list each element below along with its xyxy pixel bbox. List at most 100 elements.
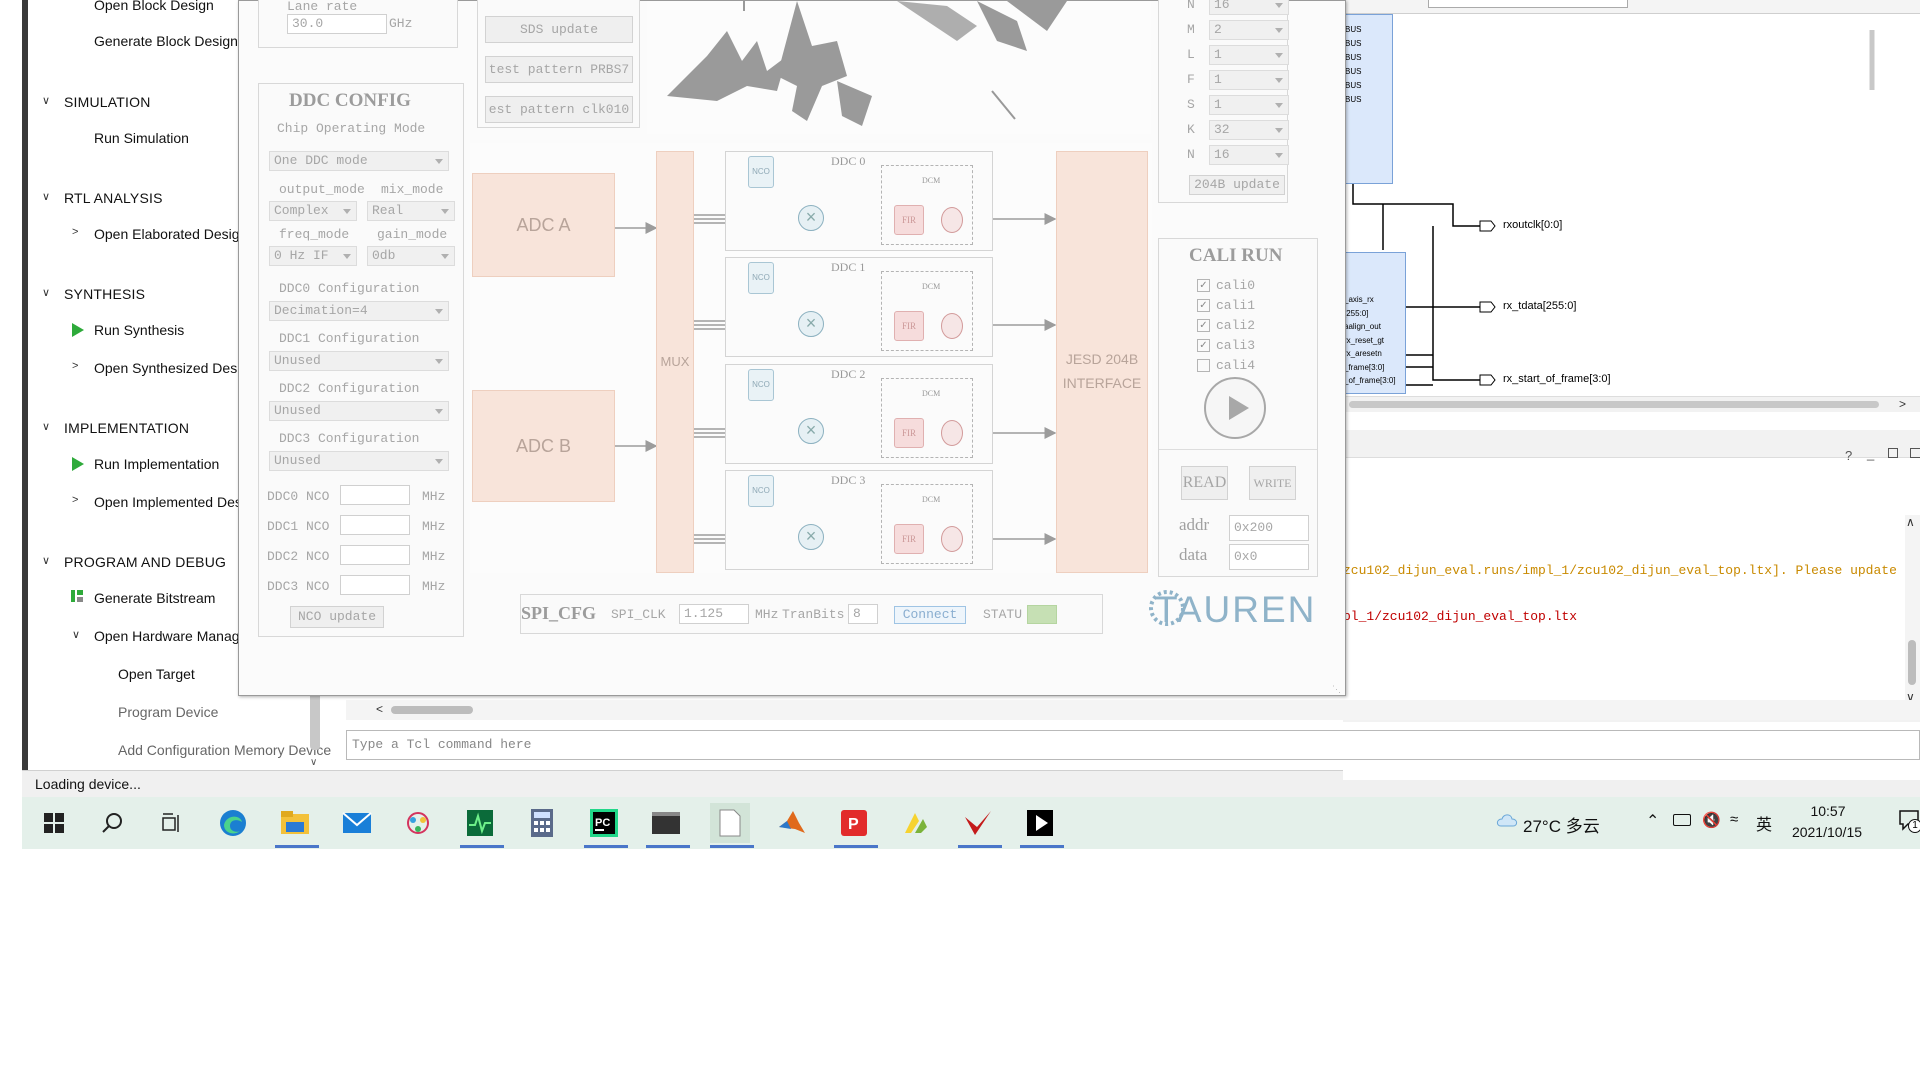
play-button[interactable] (1204, 377, 1266, 439)
schematic-hscroll[interactable]: > (1343, 396, 1920, 412)
flow-item-open-implemented[interactable]: Open Implemented Design (94, 494, 261, 510)
param-l-select[interactable]: 1 (1209, 45, 1289, 65)
tranbits-input[interactable]: 8 (848, 604, 878, 624)
cali2-row[interactable]: ✓ cali2 (1197, 315, 1255, 335)
checkbox-checked-icon[interactable]: ✓ (1197, 278, 1210, 292)
flow-item-run-synthesis[interactable]: Run Synthesis (94, 322, 184, 338)
weather-icon[interactable] (1496, 811, 1520, 834)
flow-item-run-simulation[interactable]: Run Simulation (94, 130, 189, 146)
flow-item-open-synthesized[interactable]: Open Synthesized Design (94, 360, 256, 376)
resize-grip-icon[interactable]: ⋱ (1332, 684, 1341, 695)
pdf-reader-icon[interactable]: P (834, 803, 878, 848)
gain-mode-select[interactable]: 0db (367, 246, 455, 266)
pycharm-icon[interactable]: PC (584, 803, 628, 848)
help-icon[interactable]: ? (1845, 448, 1852, 463)
test-pattern-clk010-button[interactable]: est pattern clk010 (485, 96, 633, 123)
ddc2-config-select[interactable]: Unused (269, 401, 449, 421)
flow-item-program-device[interactable]: Program Device (118, 704, 218, 720)
cali0-row[interactable]: ✓ cali0 (1197, 275, 1255, 295)
ddc0-config-select[interactable]: Decimation=4 (269, 301, 449, 321)
calculator-icon[interactable] (522, 803, 562, 843)
flow-item-run-implementation[interactable]: Run Implementation (94, 456, 219, 472)
sds-update-button[interactable]: SDS update (485, 16, 633, 43)
checkbox-checked-icon[interactable]: ✓ (1197, 318, 1210, 332)
media-player-icon[interactable] (1020, 803, 1064, 848)
chevron-right-icon[interactable]: > (72, 494, 78, 506)
ddc2-nco-input[interactable] (340, 545, 410, 565)
ddc1-config-select[interactable]: Unused (269, 351, 449, 371)
param-m-select[interactable]: 2 (1209, 20, 1289, 40)
chevron-right-icon[interactable]: > (72, 360, 78, 372)
chevron-down-icon[interactable]: ∨ (42, 94, 50, 107)
flow-item-generate-bitstream[interactable]: Generate Bitstream (94, 590, 215, 606)
windows-start-icon[interactable] (34, 803, 74, 843)
ddc1-nco-input[interactable] (340, 515, 410, 535)
console-vscroll[interactable]: ∧ ∨ (1905, 515, 1920, 705)
section-program-debug[interactable]: PROGRAM AND DEBUG (64, 554, 226, 570)
edge-browser-icon[interactable] (213, 803, 253, 843)
terminal-icon[interactable] (646, 803, 690, 848)
mail-icon[interactable] (337, 803, 377, 843)
float-icon[interactable] (1910, 448, 1920, 458)
nco-update-button[interactable]: NCO update (290, 606, 384, 628)
param-f-select[interactable]: 1 (1209, 70, 1289, 90)
battery-icon[interactable] (1673, 814, 1691, 826)
matlab-icon[interactable] (772, 803, 812, 843)
flow-item-add-config-memory[interactable]: Add Configuration Memory Device (118, 742, 331, 758)
chevron-down-icon[interactable]: ∨ (72, 628, 80, 641)
notification-icon[interactable]: 1 (1898, 809, 1920, 833)
chevron-down-icon[interactable]: ∨ (42, 190, 50, 203)
document-icon[interactable] (710, 803, 754, 848)
schematic-view[interactable]: BUS BUS BUS BUS BUS BUS _axis_rx [255:0] aal… (1343, 0, 1920, 420)
cali4-row[interactable]: cali4 (1197, 355, 1255, 375)
spi-clk-input[interactable]: 1.125 (679, 604, 749, 624)
param-k-select[interactable]: 32 (1209, 120, 1289, 140)
speaker-muted-icon[interactable]: 🔇 (1702, 811, 1721, 829)
section-synthesis[interactable]: SYNTHESIS (64, 286, 145, 302)
ddc0-nco-input[interactable] (340, 485, 410, 505)
tcl-input[interactable]: Type a Tcl command here (346, 730, 1920, 760)
test-pattern-prbs7-button[interactable]: test pattern PRBS7 (485, 56, 633, 83)
checkbox-unchecked-icon[interactable] (1197, 358, 1210, 372)
weather-text[interactable]: 27°C 多云 (1523, 812, 1600, 837)
chevron-down-icon[interactable]: ∨ (42, 554, 50, 567)
flow-item-open-hw-manager[interactable]: Open Hardware Manager (94, 628, 252, 644)
section-implementation[interactable]: IMPLEMENTATION (64, 420, 189, 436)
section-rtl-analysis[interactable]: RTL ANALYSIS (64, 190, 163, 206)
task-manager-icon[interactable] (460, 803, 504, 848)
checkbox-checked-icon[interactable]: ✓ (1197, 298, 1210, 312)
chip-mode-select[interactable]: One DDC mode (269, 151, 449, 171)
flow-item-generate-block-design[interactable]: Generate Block Design (94, 33, 238, 49)
clock-date[interactable]: 2021/10/15 (1787, 824, 1867, 840)
connect-button[interactable]: Connect (894, 606, 966, 624)
wifi-icon[interactable]: ≈ (1730, 811, 1738, 828)
flow-scrollbar[interactable] (310, 690, 320, 750)
minimize-icon[interactable]: _ (1867, 446, 1874, 461)
console-hscroll-left[interactable]: < (346, 700, 1920, 720)
read-button[interactable]: READ (1181, 466, 1228, 500)
app-red-icon[interactable] (958, 803, 1002, 848)
cali3-row[interactable]: ✓ cali3 (1197, 335, 1255, 355)
jesd-204b-update-button[interactable]: 204B update (1189, 175, 1285, 195)
section-simulation[interactable]: SIMULATION (64, 94, 151, 110)
param-n2-select[interactable]: 16 (1209, 145, 1289, 165)
chevron-down-icon[interactable]: ∨ (42, 420, 50, 433)
freq-mode-select[interactable]: 0 Hz IF (269, 246, 357, 266)
flow-item-open-elaborated[interactable]: Open Elaborated Design (94, 226, 247, 242)
scroll-down-icon[interactable]: ∨ (310, 757, 317, 768)
task-view-icon[interactable] (152, 803, 192, 843)
param-s-select[interactable]: 1 (1209, 95, 1289, 115)
ddc3-config-select[interactable]: Unused (269, 451, 449, 471)
checkbox-checked-icon[interactable]: ✓ (1197, 338, 1210, 352)
addr-input[interactable]: 0x200 (1229, 515, 1309, 541)
lane-rate-input[interactable]: 30.0 (287, 14, 387, 34)
data-input[interactable]: 0x0 (1229, 544, 1309, 570)
flow-item-open-target[interactable]: Open Target (118, 666, 195, 682)
write-button[interactable]: WRITE (1249, 466, 1296, 500)
clock-time[interactable]: 10:57 (1792, 803, 1864, 819)
mix-mode-select[interactable]: Real (367, 201, 455, 221)
ime-indicator[interactable]: 英 (1756, 811, 1772, 835)
chevron-down-icon[interactable]: ∨ (42, 286, 50, 299)
port-rxoutclk[interactable]: rxoutclk[0:0] (1503, 219, 1562, 231)
flow-item-open-block-design[interactable]: Open Block Design (94, 0, 214, 13)
